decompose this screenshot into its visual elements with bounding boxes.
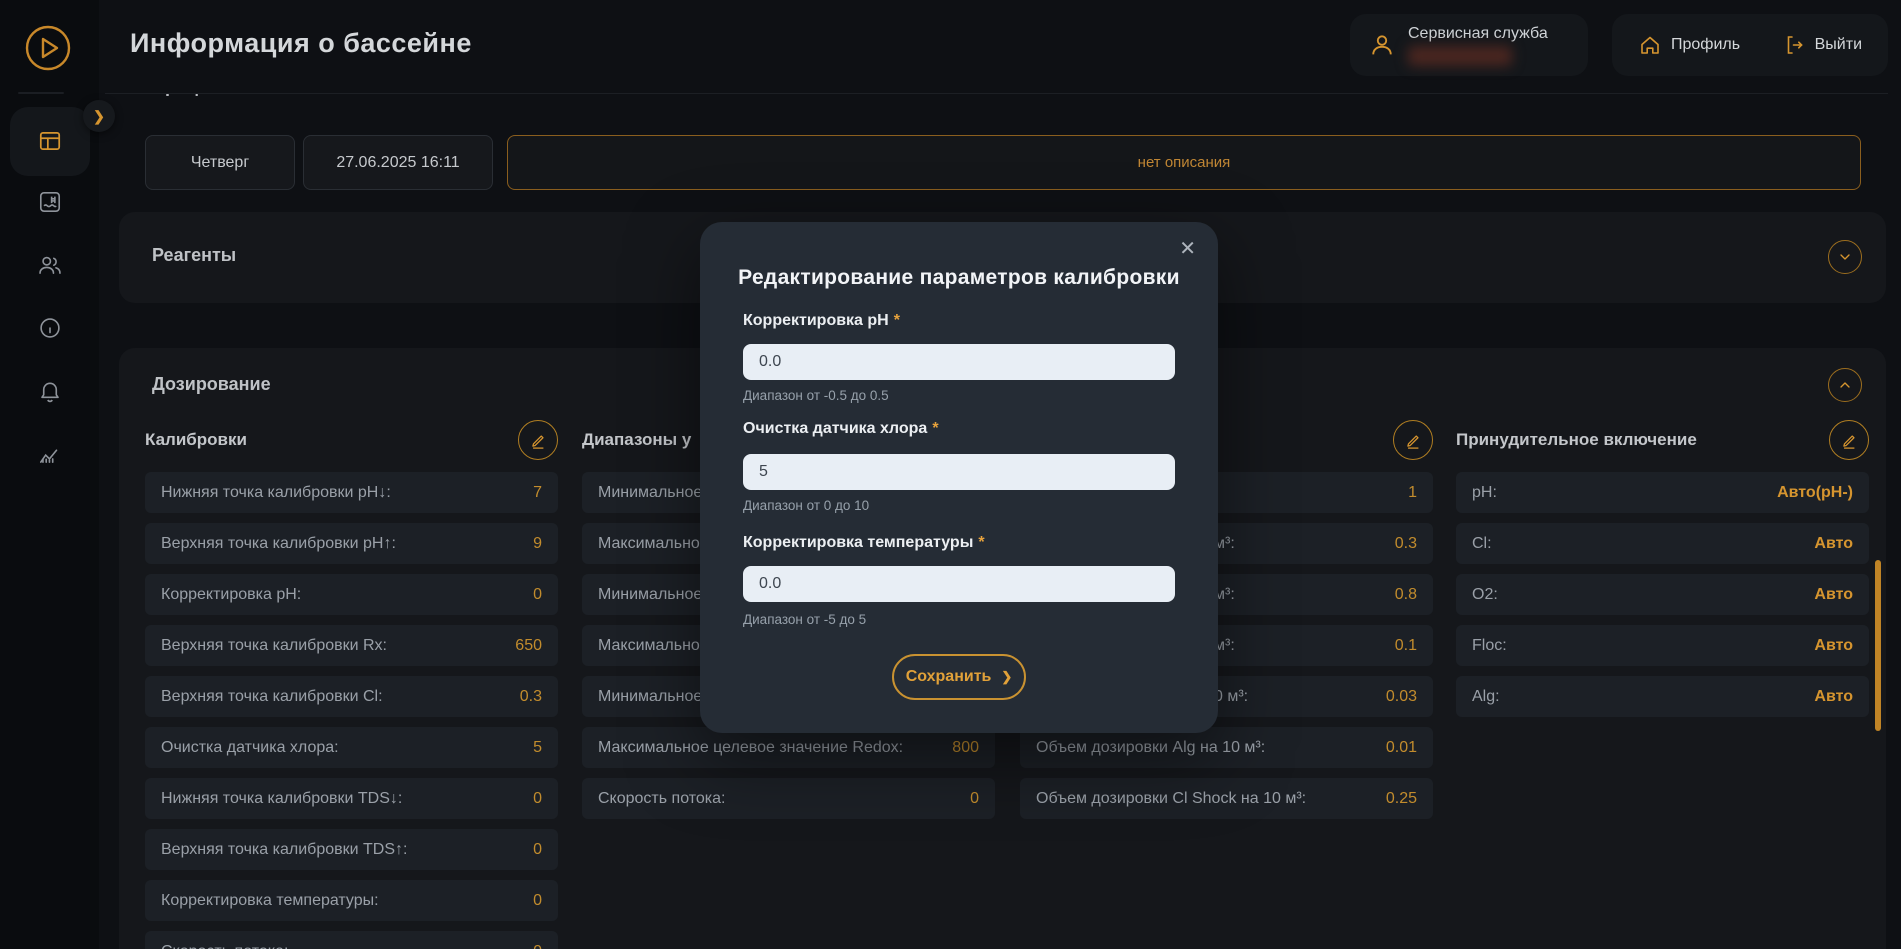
sidebar-item-dashboard[interactable]: [26, 117, 74, 165]
dialog-title: Редактирование параметров калибровки: [700, 266, 1218, 290]
chlorine-sensor-cleaning-label: Очистка датчика хлора*: [743, 420, 939, 438]
pencil-icon: [1404, 431, 1422, 449]
sidebar-expand-button[interactable]: ❯: [83, 100, 115, 132]
volumes-edit-button[interactable]: [1393, 420, 1433, 460]
range-row: Максимальное целевое значение Redox:800: [582, 727, 995, 768]
calibration-row: Корректировка pH:0: [145, 574, 558, 615]
calibration-edit-dialog: ✕ Редактирование параметров калибровки К…: [700, 222, 1218, 733]
volume-row: Объем дозировки Cl Shock на 10 м³:0.25: [1020, 778, 1433, 819]
app-window: Процесс Информация о бассейне Сервисная …: [0, 0, 1901, 949]
required-asterisk: *: [932, 420, 938, 437]
sidebar: [0, 0, 99, 949]
calibrations-title: Калибровки: [145, 430, 247, 450]
sidebar-item-analytics[interactable]: [26, 430, 74, 478]
chlorine-sensor-cleaning-input[interactable]: [743, 454, 1175, 490]
header-divider: [105, 93, 1888, 94]
dashboard-icon: [37, 128, 63, 154]
logout-icon: [1782, 33, 1806, 57]
user-icon: [1368, 31, 1396, 59]
user-chip[interactable]: Сервисная служба: [1350, 14, 1588, 76]
required-asterisk: *: [978, 534, 984, 551]
sidebar-item-users[interactable]: [26, 241, 74, 289]
forced-row: Cl:Авто: [1456, 523, 1869, 564]
forced-title: Принудительное включение: [1456, 430, 1697, 450]
sidebar-divider: [18, 92, 64, 94]
clock-icon: [37, 315, 63, 341]
forced-row: pH:Авто(pH-): [1456, 472, 1869, 513]
pencil-icon: [1840, 431, 1858, 449]
profile-label: Профиль: [1671, 36, 1740, 54]
calibration-row: Скорость потока:0: [145, 931, 558, 949]
house-icon: [1638, 33, 1662, 57]
volume-row: Объем дозировки Alg на 10 м³:0.01: [1020, 727, 1433, 768]
logout-label: Выйти: [1815, 36, 1862, 54]
forced-row: Floc:Авто: [1456, 625, 1869, 666]
datetime-box: 27.06.2025 16:11: [303, 135, 493, 190]
bell-icon: [37, 378, 63, 404]
logout-button[interactable]: Выйти: [1782, 33, 1862, 57]
temperature-correction-label: Корректировка температуры*: [743, 534, 985, 552]
profile-button[interactable]: Профиль: [1638, 33, 1740, 57]
chevron-down-icon: [1837, 249, 1853, 265]
dosing-title: Дозирование: [152, 374, 271, 395]
dosing-collapse-button[interactable]: [1828, 368, 1862, 402]
save-button-label: Сохранить: [906, 668, 992, 686]
ph-correction-input[interactable]: [743, 344, 1175, 380]
temperature-correction-input[interactable]: [743, 566, 1175, 602]
app-logo-play-icon: [24, 24, 72, 72]
ph-correction-hint: Диапазон от -0.5 до 0.5: [743, 388, 889, 403]
range-row: Скорость потока:0: [582, 778, 995, 819]
calibration-row: Верхняя точка калибровки Rx:650: [145, 625, 558, 666]
forced-row: O2:Авто: [1456, 574, 1869, 615]
ranges-title: Диапазоны у: [582, 430, 691, 450]
sidebar-item-clock[interactable]: [26, 304, 74, 352]
weekday-label: Четверг: [191, 154, 249, 172]
temperature-correction-hint: Диапазон от -5 до 5: [743, 612, 866, 627]
chart-icon: [37, 441, 63, 467]
weekday-box: Четверг: [145, 135, 295, 190]
calibration-row: Верхняя точка калибровки TDS↑:0: [145, 829, 558, 870]
calibration-row: Нижняя точка калибровки TDS↓:0: [145, 778, 558, 819]
pool-icon: [37, 189, 63, 215]
user-name-redacted: [1408, 46, 1512, 66]
chevron-right-icon: ❯: [1001, 669, 1012, 685]
calibrations-edit-button[interactable]: [518, 420, 558, 460]
forced-column: Принудительное включение pH:Авто(pH-) Cl…: [1456, 415, 1869, 717]
vertical-scrollbar-thumb[interactable]: [1875, 560, 1881, 731]
chevron-up-icon: [1837, 377, 1853, 393]
reagents-title: Реагенты: [152, 245, 236, 266]
users-icon: [37, 252, 63, 278]
calibrations-column: Калибровки Нижняя точка калибровки pH↓:7…: [145, 415, 558, 949]
top-header: Информация о бассейне Сервисная служба П…: [0, 0, 1901, 93]
user-role-label: Сервисная служба: [1408, 25, 1548, 43]
description-placeholder: нет описания: [1138, 154, 1231, 171]
header-nav: Профиль Выйти: [1612, 14, 1888, 76]
calibration-row: Нижняя точка калибровки pH↓:7: [145, 472, 558, 513]
sidebar-item-pool[interactable]: [26, 178, 74, 226]
reagents-expand-button[interactable]: [1828, 240, 1862, 274]
chevron-right-icon: ❯: [93, 108, 105, 125]
forced-row: Alg:Авто: [1456, 676, 1869, 717]
forced-edit-button[interactable]: [1829, 420, 1869, 460]
description-field[interactable]: нет описания: [507, 135, 1861, 190]
save-button[interactable]: Сохранить ❯: [892, 654, 1026, 700]
page-title: Информация о бассейне: [130, 28, 472, 59]
chlorine-sensor-cleaning-hint: Диапазон от 0 до 10: [743, 498, 869, 513]
calibration-row: Корректировка температуры:0: [145, 880, 558, 921]
pencil-icon: [529, 431, 547, 449]
required-asterisk: *: [894, 312, 900, 329]
calibration-row: Верхняя точка калибровки Cl:0.3: [145, 676, 558, 717]
calibration-row: Верхняя точка калибровки pH↑:9: [145, 523, 558, 564]
datetime-label: 27.06.2025 16:11: [336, 154, 459, 172]
close-icon[interactable]: ✕: [1179, 236, 1196, 261]
sidebar-item-notifications[interactable]: [26, 367, 74, 415]
calibration-row: Очистка датчика хлора:5: [145, 727, 558, 768]
ph-correction-label: Корректировка pH*: [743, 312, 900, 330]
